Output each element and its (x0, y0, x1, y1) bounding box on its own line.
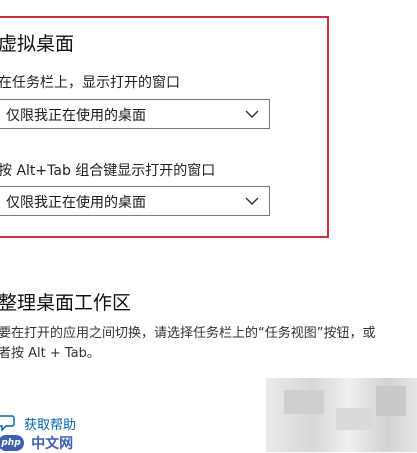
arrange-description-line1: 要在打开的应用之间切换，请选择任务栏上的“任务视图”按钮，或 (0, 326, 376, 341)
blurred-image (266, 378, 417, 452)
watermark-logo: php (0, 434, 24, 451)
alttab-windows-label: 按 Alt+Tab 组合键显示打开的窗口 (0, 163, 216, 179)
taskbar-windows-label: 在任务栏上，显示打开的窗口 (0, 75, 180, 91)
help-icon (0, 415, 15, 432)
alttab-windows-dropdown[interactable]: 仅限我正在使用的桌面 (0, 186, 270, 216)
taskbar-windows-value: 仅限我正在使用的桌面 (6, 108, 146, 124)
site-watermark: php 中文网 (0, 432, 73, 452)
watermark-text: 中文网 (31, 435, 74, 452)
get-help-link[interactable]: 获取帮助 (24, 414, 76, 433)
taskbar-windows-dropdown[interactable]: 仅限我正在使用的桌面 (0, 99, 270, 129)
alttab-windows-value: 仅限我正在使用的桌面 (6, 195, 146, 211)
chevron-down-icon (245, 110, 259, 118)
arrange-desktop-title: 整理桌面工作区 (0, 292, 132, 314)
arrange-description-line2: 者按 Alt + Tab。 (0, 346, 100, 361)
virtual-desktops-title: 虚拟桌面 (0, 33, 75, 55)
chevron-down-icon (245, 197, 259, 205)
